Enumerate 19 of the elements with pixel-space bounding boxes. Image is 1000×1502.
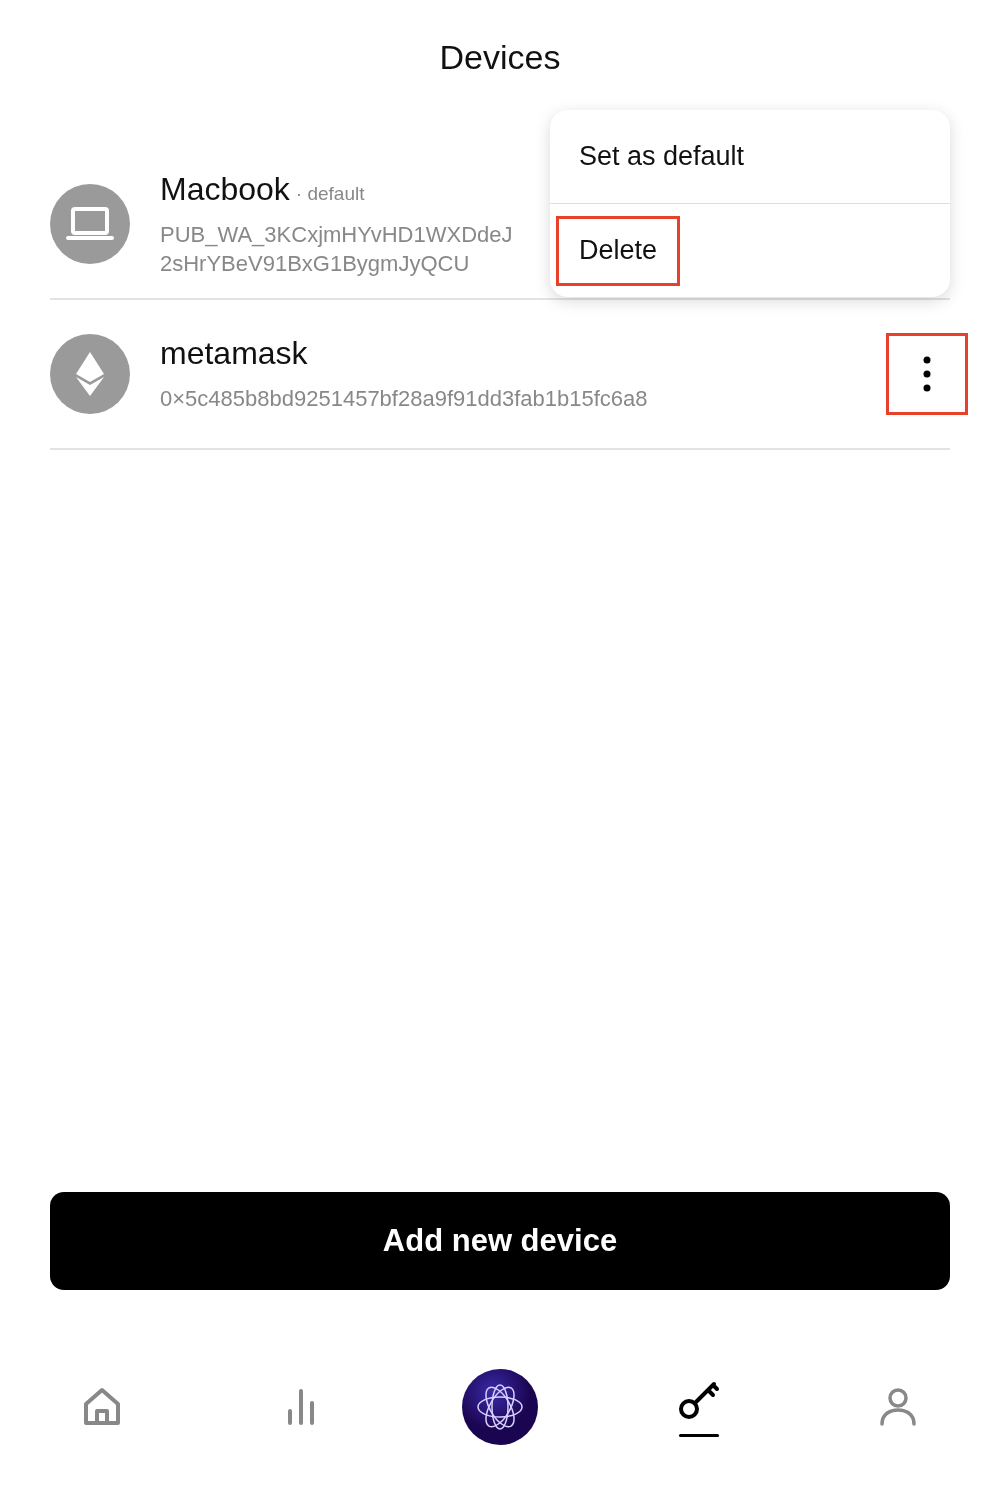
page-title: Devices [439, 38, 561, 78]
menu-item[interactable]: Delete [556, 215, 681, 286]
laptop-icon [65, 206, 115, 242]
device-key: 0×5c485b8bd9251457bf28a9f91dd3fab1b15fc6a8 [160, 384, 648, 413]
device-name: Macbook [160, 170, 290, 208]
home-icon [83, 1387, 121, 1427]
default-label: · default [295, 182, 365, 205]
atom-logo-icon [461, 1368, 539, 1446]
device-name: metamask [160, 335, 308, 372]
bar-chart-icon [287, 1389, 315, 1425]
profile-icon [880, 1388, 916, 1426]
menu-item[interactable]: Set as default [556, 121, 768, 192]
more-icon [923, 356, 931, 392]
ethereum-icon [75, 352, 105, 396]
device-key: PUB_WA_3KCxjmHYvHD1WXDdeJ [160, 219, 513, 249]
more-button[interactable] [886, 333, 968, 415]
add-device-button[interactable]: Add new device [50, 1192, 950, 1290]
active-indicator [679, 1433, 719, 1437]
device-key: 2sHrYBeV91BxG1BygmJyQCU [160, 248, 470, 278]
